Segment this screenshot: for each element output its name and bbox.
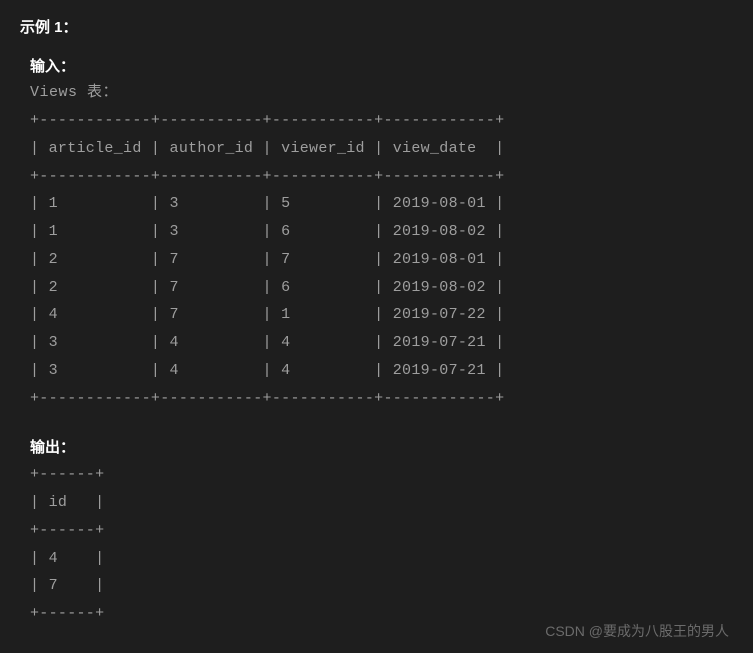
views-table-label: Views 表： xyxy=(30,80,733,101)
example-title: 示例 1： xyxy=(20,16,733,37)
views-table: +------------+-----------+-----------+--… xyxy=(30,107,733,412)
watermark: CSDN @要成为八股王的男人 xyxy=(545,621,729,641)
input-label: 输入： xyxy=(30,55,733,76)
output-table: +------+ | id | +------+ | 4 | | 7 | +--… xyxy=(30,461,733,628)
output-label: 输出： xyxy=(30,436,733,457)
